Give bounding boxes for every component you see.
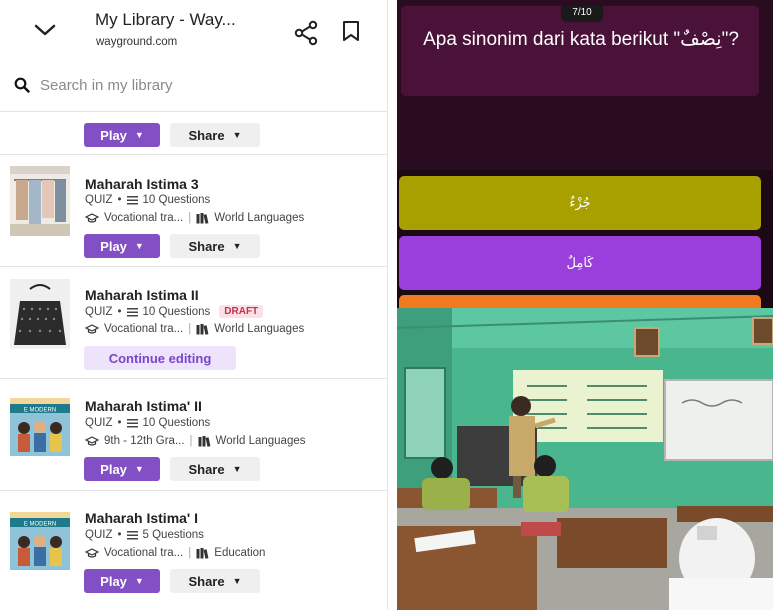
play-label: Play xyxy=(100,238,127,254)
quiz-tags: Vocational tra... | Education xyxy=(85,547,265,559)
books-icon xyxy=(196,212,209,224)
share-button[interactable]: Share ▼ xyxy=(170,569,260,593)
quiz-type: QUIZ xyxy=(85,305,113,318)
caret-down-icon: ▼ xyxy=(232,464,242,474)
share-label: Share xyxy=(188,573,225,589)
draft-badge: DRAFT xyxy=(219,305,264,318)
search-input[interactable] xyxy=(40,72,370,98)
subject-label: World Languages xyxy=(214,212,305,224)
answer-option-1[interactable]: جُزْءٌ xyxy=(399,176,761,230)
quiz-tags: Vocational tra... | World Languages xyxy=(85,323,304,335)
quiz-meta: QUIZ • 10 Questions DRAFT xyxy=(85,305,264,318)
quiz-type: QUIZ xyxy=(85,529,113,541)
grade-label: Vocational tra... xyxy=(104,323,184,335)
caret-down-icon: ▼ xyxy=(232,576,242,586)
play-button[interactable]: Play ▼ xyxy=(84,457,160,481)
answer-option-2[interactable]: كَامِلٌ xyxy=(399,236,761,290)
subject-label: World Languages xyxy=(215,435,306,447)
play-label: Play xyxy=(100,127,127,143)
quiz-type: QUIZ xyxy=(85,194,113,206)
question-count: 10 Questions xyxy=(142,305,211,318)
quiz-title[interactable]: Maharah Istima' II xyxy=(85,398,202,414)
play-button[interactable]: Play ▼ xyxy=(84,123,160,147)
quiz-thumbnail[interactable] xyxy=(10,279,70,349)
grade-label: Vocational tra... xyxy=(104,547,184,559)
page-title: My Library - Way... xyxy=(95,10,236,29)
search-icon xyxy=(14,77,30,93)
subject-label: World Languages xyxy=(214,323,305,335)
share-label: Share xyxy=(188,238,225,254)
quiz-meta: QUIZ • 10 Questions xyxy=(85,417,211,429)
books-icon xyxy=(198,435,210,447)
graduation-cap-icon xyxy=(85,435,99,446)
divider xyxy=(0,490,387,491)
quiz-meta: QUIZ • 10 Questions xyxy=(85,194,211,206)
share-label: Share xyxy=(188,461,225,477)
divider xyxy=(0,111,387,112)
share-button[interactable]: Share ▼ xyxy=(170,457,260,481)
list-icon xyxy=(126,307,138,316)
svg-text:E MODERN: E MODERN xyxy=(24,522,56,528)
quiz-type: QUIZ xyxy=(85,417,113,429)
classroom-photo xyxy=(397,308,773,610)
browser-top-bar: My Library - Way... wayground.com xyxy=(0,0,387,60)
quiz-thumbnail[interactable]: E MODERN xyxy=(10,398,70,456)
divider xyxy=(0,154,387,155)
search-bar xyxy=(0,64,387,106)
share-icon[interactable] xyxy=(293,20,319,46)
books-icon xyxy=(196,547,209,559)
graduation-cap-icon xyxy=(85,323,99,334)
question-area: 7/10 Apa sinonim dari kata berikut "نِصْ… xyxy=(397,0,773,170)
quiz-title[interactable]: Maharah Istima 3 xyxy=(85,176,199,192)
caret-down-icon: ▼ xyxy=(134,576,144,586)
grade-label: Vocational tra... xyxy=(104,212,184,224)
question-count: 10 Questions xyxy=(142,194,211,206)
question-card: 7/10 Apa sinonim dari kata berikut "نِصْ… xyxy=(401,6,759,96)
grade-label: 9th - 12th Gra... xyxy=(104,435,185,447)
question-count: 10 Questions xyxy=(142,417,211,429)
quiz-tags: Vocational tra... | World Languages xyxy=(85,212,304,224)
quiz-meta: QUIZ • 5 Questions xyxy=(85,529,204,541)
quiz-panel: 7/10 Apa sinonim dari kata berikut "نِصْ… xyxy=(397,0,773,610)
caret-down-icon: ▼ xyxy=(134,241,144,251)
question-count: 5 Questions xyxy=(142,529,204,541)
question-counter: 7/10 xyxy=(561,6,603,22)
play-label: Play xyxy=(100,461,127,477)
list-icon xyxy=(126,419,138,428)
quiz-title[interactable]: Maharah Istima II xyxy=(85,287,199,303)
question-text: Apa sinonim dari kata berikut "نِصْفٌ"? xyxy=(423,29,739,50)
share-button[interactable]: Share ▼ xyxy=(170,123,260,147)
continue-editing-button[interactable]: Continue editing xyxy=(84,346,236,370)
svg-text:E MODERN: E MODERN xyxy=(24,408,56,414)
chevron-down-icon[interactable] xyxy=(31,20,59,40)
play-label: Play xyxy=(100,573,127,589)
caret-down-icon: ▼ xyxy=(134,464,144,474)
quiz-thumbnail[interactable]: E MODERN xyxy=(10,512,70,570)
graduation-cap-icon xyxy=(85,212,99,223)
share-button[interactable]: Share ▼ xyxy=(170,234,260,258)
bookmark-icon[interactable] xyxy=(342,20,360,42)
list-icon xyxy=(126,196,138,205)
quiz-tags: 9th - 12th Gra... | World Languages xyxy=(85,435,305,447)
books-icon xyxy=(196,323,209,335)
play-button[interactable]: Play ▼ xyxy=(84,234,160,258)
list-icon xyxy=(126,531,138,540)
library-panel: My Library - Way... wayground.com Play▼ … xyxy=(0,0,388,610)
divider xyxy=(0,378,387,379)
page-domain: wayground.com xyxy=(96,36,178,48)
caret-down-icon: ▼ xyxy=(232,241,242,251)
play-button[interactable]: Play ▼ xyxy=(84,569,160,593)
quiz-title[interactable]: Maharah Istima' I xyxy=(85,510,198,526)
caret-down-icon: ▼ xyxy=(134,130,144,140)
share-label: Share xyxy=(188,127,225,143)
caret-down-icon: ▼ xyxy=(232,130,242,140)
quiz-thumbnail[interactable] xyxy=(10,166,70,236)
graduation-cap-icon xyxy=(85,547,99,558)
divider xyxy=(0,266,387,267)
subject-label: Education xyxy=(214,547,266,559)
